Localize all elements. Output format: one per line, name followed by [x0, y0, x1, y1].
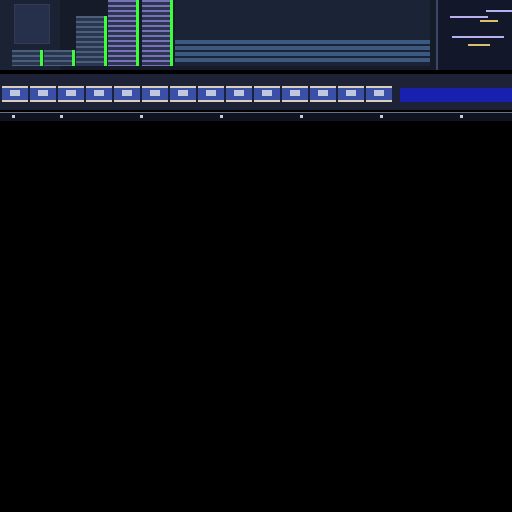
- tool-glyph-icon: [150, 90, 160, 96]
- track-lane[interactable]: [175, 58, 430, 62]
- midi-note[interactable]: [468, 44, 490, 46]
- arrangement-tracks[interactable]: [175, 0, 430, 66]
- level-meter-icon[interactable]: [76, 16, 106, 66]
- tool-glyph-icon: [94, 90, 104, 96]
- level-meter-icon[interactable]: [108, 0, 138, 66]
- toolbar-button-icon[interactable]: [142, 86, 168, 102]
- tool-glyph-icon: [318, 90, 328, 96]
- level-meter-icon[interactable]: [142, 0, 172, 66]
- toolbar-button-icon[interactable]: [114, 86, 140, 102]
- status-indicator: [140, 115, 143, 118]
- tool-glyph-icon: [262, 90, 272, 96]
- midi-note[interactable]: [450, 16, 488, 18]
- midi-note[interactable]: [480, 20, 498, 22]
- midi-note[interactable]: [452, 36, 504, 38]
- track-lane[interactable]: [175, 52, 430, 56]
- mixer-meters: [8, 0, 178, 66]
- tool-glyph-icon: [66, 90, 76, 96]
- toolbar-button-icon[interactable]: [170, 86, 196, 102]
- status-indicator: [12, 115, 15, 118]
- meter-peak-indicator: [170, 0, 173, 66]
- toolbar-button-icon[interactable]: [338, 86, 364, 102]
- toolbar-button-icon[interactable]: [86, 86, 112, 102]
- track-lane[interactable]: [175, 40, 430, 44]
- midi-note[interactable]: [486, 10, 512, 12]
- tool-glyph-icon: [38, 90, 48, 96]
- tool-glyph-icon: [374, 90, 384, 96]
- meter-peak-indicator: [40, 50, 43, 66]
- position-display[interactable]: [400, 88, 512, 102]
- tool-glyph-icon: [178, 90, 188, 96]
- status-indicator: [460, 115, 463, 118]
- toolbar-button-icon[interactable]: [282, 86, 308, 102]
- toolbar-button-icon[interactable]: [30, 86, 56, 102]
- toolbar-button-icon[interactable]: [2, 86, 28, 102]
- tool-glyph-icon: [290, 90, 300, 96]
- toolbar-button-icon[interactable]: [226, 86, 252, 102]
- tool-glyph-icon: [10, 90, 20, 96]
- status-indicator: [60, 115, 63, 118]
- transport-toolbar: [0, 74, 512, 110]
- piano-roll-panel[interactable]: [436, 0, 512, 70]
- empty-canvas: [0, 122, 512, 512]
- track-lane[interactable]: [175, 46, 430, 50]
- tool-glyph-icon: [346, 90, 356, 96]
- toolbar-button-icon[interactable]: [254, 86, 280, 102]
- toolbar-button-icon[interactable]: [198, 86, 224, 102]
- status-indicator: [300, 115, 303, 118]
- toolbar-button-icon[interactable]: [58, 86, 84, 102]
- tool-glyph-icon: [122, 90, 132, 96]
- level-meter-icon[interactable]: [12, 50, 42, 66]
- status-bar: [0, 112, 512, 121]
- tool-glyph-icon: [234, 90, 244, 96]
- tool-glyph-icon: [206, 90, 216, 96]
- status-indicator: [220, 115, 223, 118]
- workspace-region: [0, 0, 512, 70]
- meter-peak-indicator: [104, 16, 107, 66]
- toolbar-button-icon[interactable]: [366, 86, 392, 102]
- toolbar-button-icon[interactable]: [310, 86, 336, 102]
- level-meter-icon[interactable]: [44, 50, 74, 66]
- screen: [0, 0, 512, 512]
- status-indicator: [380, 115, 383, 118]
- meter-peak-indicator: [136, 0, 139, 66]
- meter-peak-indicator: [72, 50, 75, 66]
